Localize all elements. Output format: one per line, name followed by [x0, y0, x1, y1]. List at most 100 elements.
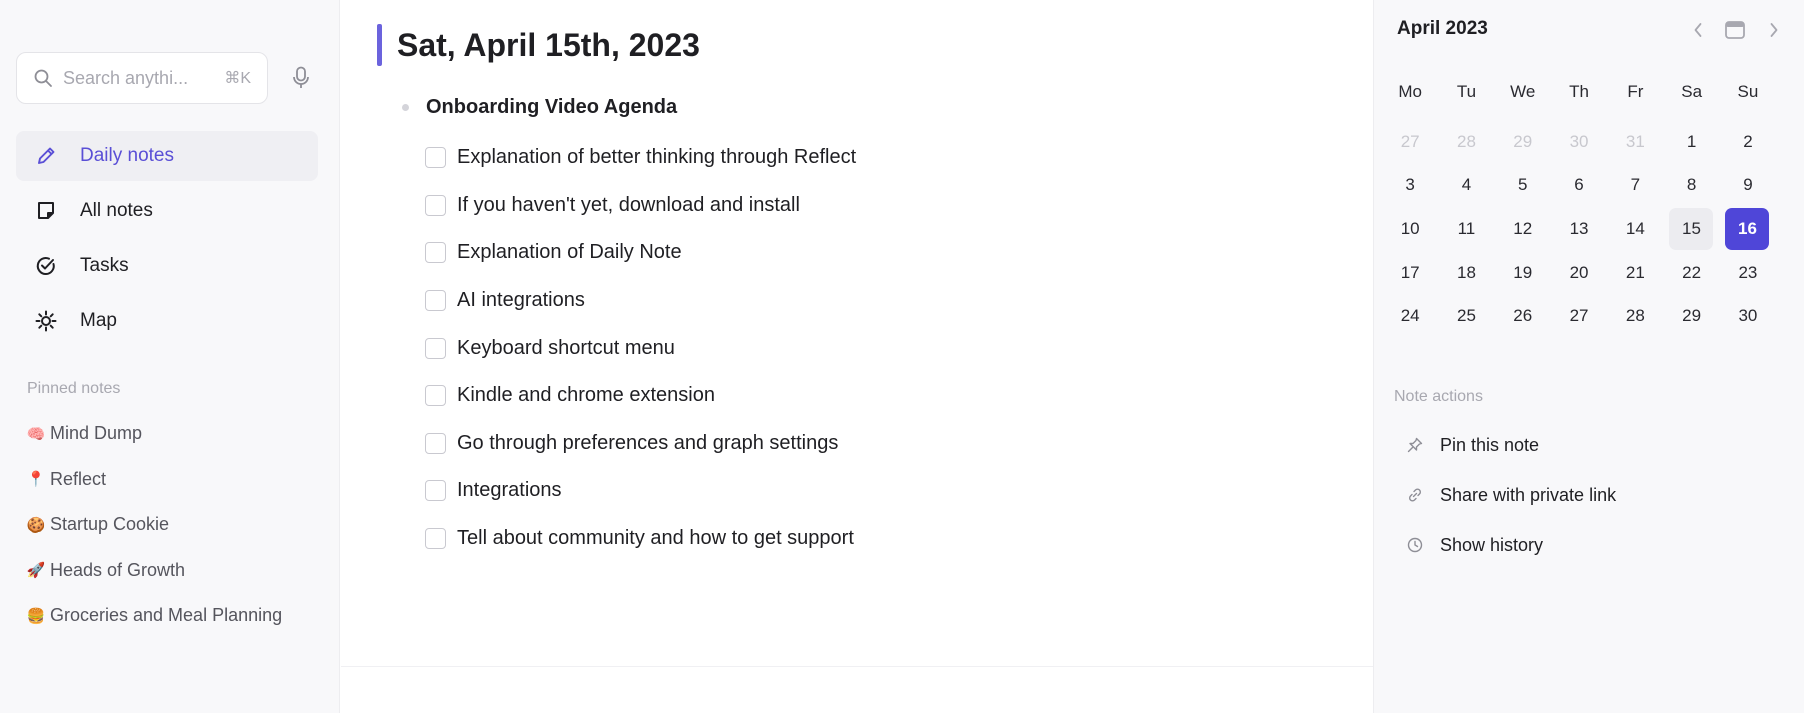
- search-shortcut: ⌘K: [224, 70, 251, 87]
- link-icon: [1406, 487, 1424, 503]
- rocket-icon: 🚀: [26, 562, 46, 580]
- bullet-dot: [402, 104, 409, 111]
- calendar-day[interactable]: 11: [1438, 208, 1494, 250]
- pinned-note-groceries[interactable]: 🍔 Groceries and Meal Planning: [26, 593, 326, 639]
- calendar-day[interactable]: 18: [1438, 252, 1494, 294]
- calendar-day[interactable]: 27: [1551, 295, 1607, 337]
- task-checkbox[interactable]: [425, 290, 446, 312]
- calendar-day[interactable]: 27: [1382, 121, 1438, 163]
- calendar-day[interactable]: 26: [1495, 295, 1551, 337]
- calendar-days: 27 28 29 30 31 1 2 3 4 5 6 7 8 9 10 11 12 13 14 15 16 17 18 19 2…: [1382, 120, 1782, 338]
- calendar-today-button[interactable]: [1722, 16, 1748, 44]
- calendar-day[interactable]: 28: [1438, 121, 1494, 163]
- calendar-day[interactable]: 17: [1382, 252, 1438, 294]
- calendar-day[interactable]: 15: [1669, 207, 1714, 250]
- pin-icon: [1406, 437, 1424, 453]
- pinned-note-mind-dump[interactable]: 🧠 Mind Dump: [26, 411, 326, 457]
- calendar-day[interactable]: 23: [1720, 252, 1776, 294]
- task-text[interactable]: Explanation of Daily Note: [457, 241, 682, 264]
- calendar-day[interactable]: 6: [1551, 164, 1607, 206]
- check-circle-icon: [34, 254, 58, 278]
- calendar-day[interactable]: 29: [1495, 121, 1551, 163]
- calendar-day[interactable]: 25: [1438, 295, 1494, 337]
- map-icon: [34, 309, 58, 333]
- calendar-prev-button[interactable]: [1688, 16, 1708, 44]
- share-link-button[interactable]: Share with private link: [1406, 480, 1616, 510]
- calendar-day[interactable]: 28: [1607, 295, 1663, 337]
- sidebar-item-tasks[interactable]: Tasks: [16, 241, 318, 291]
- calendar-day[interactable]: 8: [1663, 164, 1719, 206]
- calendar-day[interactable]: 31: [1607, 121, 1663, 163]
- calendar-week-row: 3456789: [1382, 164, 1782, 208]
- calendar-day[interactable]: 16: [1725, 207, 1770, 250]
- chevron-left-icon: [1694, 23, 1702, 37]
- calendar-day[interactable]: 7: [1607, 164, 1663, 206]
- sidebar-item-daily-notes[interactable]: Daily notes: [16, 131, 318, 181]
- weekday-label: Tu: [1456, 82, 1477, 101]
- task-text[interactable]: Kindle and chrome extension: [457, 384, 715, 407]
- task-item: Integrations: [425, 467, 1125, 515]
- calendar-icon: [1725, 21, 1745, 39]
- task-checkbox[interactable]: [425, 242, 446, 264]
- agenda-heading[interactable]: Onboarding Video Agenda: [426, 94, 677, 120]
- task-text[interactable]: Go through preferences and graph setting…: [457, 432, 838, 455]
- task-checkbox[interactable]: [425, 432, 446, 454]
- task-list: Explanation of better thinking through R…: [425, 134, 1125, 562]
- microphone-button[interactable]: [290, 64, 312, 92]
- note-actions-heading: Note actions: [1394, 388, 1483, 405]
- task-checkbox[interactable]: [425, 337, 446, 359]
- task-text[interactable]: Explanation of better thinking through R…: [457, 146, 856, 169]
- task-text[interactable]: Integrations: [457, 479, 562, 502]
- sidebar-item-label: Daily notes: [80, 145, 174, 166]
- clock-icon: [1406, 537, 1424, 553]
- task-checkbox[interactable]: [425, 480, 446, 502]
- pinned-note-reflect[interactable]: 📍 Reflect: [26, 457, 326, 503]
- calendar-next-button[interactable]: [1764, 16, 1784, 44]
- task-text[interactable]: Tell about community and how to get supp…: [457, 527, 854, 550]
- pinned-note-heads-of-growth[interactable]: 🚀 Heads of Growth: [26, 548, 326, 594]
- search-box[interactable]: ⌘K: [16, 52, 268, 104]
- calendar-day[interactable]: 30: [1551, 121, 1607, 163]
- action-label: Share with private link: [1440, 484, 1617, 505]
- calendar-day[interactable]: 19: [1495, 252, 1551, 294]
- calendar-day[interactable]: 12: [1495, 208, 1551, 250]
- pinned-note-startup-cookie[interactable]: 🍪 Startup Cookie: [26, 502, 326, 548]
- show-history-button[interactable]: Show history: [1406, 530, 1543, 560]
- calendar-day[interactable]: 13: [1551, 208, 1607, 250]
- calendar-day[interactable]: 1: [1663, 121, 1719, 163]
- calendar-day[interactable]: 22: [1663, 252, 1719, 294]
- calendar-day[interactable]: 3: [1382, 164, 1438, 206]
- pinned-note-label: Groceries and Meal Planning: [50, 605, 283, 626]
- calendar-day[interactable]: 24: [1382, 295, 1438, 337]
- task-text[interactable]: Keyboard shortcut menu: [457, 337, 675, 360]
- task-text[interactable]: If you haven't yet, download and install: [457, 194, 800, 217]
- calendar-day[interactable]: 14: [1607, 208, 1663, 250]
- calendar-day[interactable]: 20: [1551, 252, 1607, 294]
- weekday-label: Fr: [1627, 82, 1644, 101]
- task-checkbox[interactable]: [425, 528, 446, 550]
- sidebar-item-map[interactable]: Map: [16, 296, 318, 346]
- calendar-day[interactable]: 21: [1607, 252, 1663, 294]
- task-text[interactable]: AI integrations: [457, 289, 585, 312]
- calendar-day[interactable]: 30: [1720, 295, 1776, 337]
- weekday-label: Th: [1569, 82, 1589, 101]
- calendar-month-label: April 2023: [1397, 18, 1488, 39]
- calendar-day[interactable]: 9: [1720, 164, 1776, 206]
- calendar-day[interactable]: 5: [1495, 164, 1551, 206]
- calendar-day[interactable]: 4: [1438, 164, 1494, 206]
- task-checkbox[interactable]: [425, 147, 446, 169]
- calendar-week-row: 24 25 26 27 28 29 30: [1382, 294, 1782, 338]
- task-checkbox[interactable]: [425, 194, 446, 216]
- pin-note-button[interactable]: Pin this note: [1406, 430, 1539, 460]
- calendar-day[interactable]: 2: [1720, 121, 1776, 163]
- task-checkbox[interactable]: [425, 385, 446, 407]
- sidebar-item-all-notes[interactable]: All notes: [16, 186, 318, 236]
- calendar-day[interactable]: 29: [1663, 295, 1719, 337]
- note-title[interactable]: Sat, April 15th, 2023: [397, 24, 700, 66]
- calendar-day[interactable]: 10: [1382, 208, 1438, 250]
- search-input[interactable]: [63, 67, 213, 89]
- calendar-week-row: 17 18 19 20 21 22 23: [1382, 251, 1782, 295]
- task-item: AI integrations: [425, 277, 1125, 325]
- action-label: Pin this note: [1440, 434, 1540, 455]
- pinned-notes-list: 🧠 Mind Dump 📍 Reflect 🍪 Startup Cookie 🚀…: [26, 411, 326, 639]
